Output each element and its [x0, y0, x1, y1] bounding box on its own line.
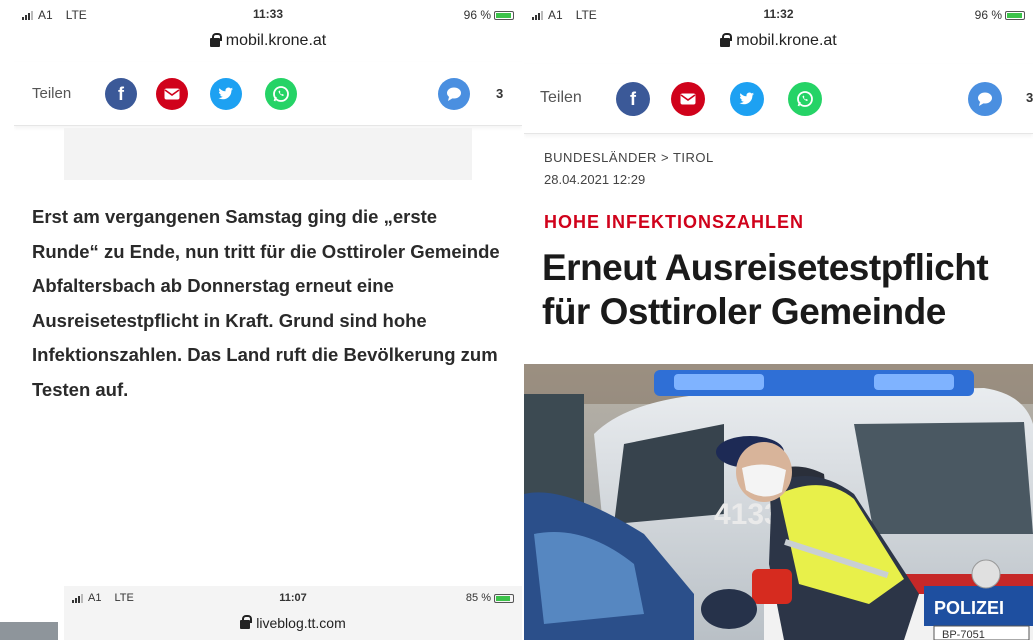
share-bar: Teilen f 3: [524, 64, 1033, 134]
comment-count: 3: [1026, 90, 1033, 105]
comment-icon[interactable]: [968, 82, 1002, 116]
share-bar: Teilen f 3: [14, 62, 522, 126]
comment-count: 3: [496, 86, 504, 101]
address-bar[interactable]: mobil.krone.at: [14, 26, 522, 56]
battery-percent: 96 %: [463, 8, 491, 22]
breadcrumb[interactable]: BUNDESLÄNDER > TIROL: [544, 150, 714, 165]
battery-percent: 85 %: [465, 592, 491, 604]
bottom-screenshot: A1 LTE 11:07 85 % liveblog.tt.com: [64, 586, 522, 640]
twitter-icon[interactable]: [210, 78, 242, 110]
plate-text: BP-7051: [942, 629, 985, 640]
mail-icon[interactable]: [156, 78, 188, 110]
url-text: mobil.krone.at: [225, 32, 327, 49]
lock-icon: [240, 615, 253, 629]
battery-icon: [1005, 10, 1025, 20]
right-screenshot: A1 LTE 11:32 96 % mobil.krone.at Teilen …: [524, 0, 1033, 640]
whatsapp-icon[interactable]: [788, 82, 822, 116]
article-paragraph: Erst am vergangenen Samstag ging die „er…: [32, 206, 500, 400]
image-fragment: [0, 622, 58, 640]
url-text: liveblog.tt.com: [256, 615, 346, 631]
facebook-icon[interactable]: f: [616, 82, 650, 116]
twitter-icon[interactable]: [730, 82, 764, 116]
battery-percent: 96 %: [974, 8, 1002, 22]
screenshot-collage: A1 LTE 11:33 96 % mobil.krone.at Teilen …: [0, 0, 1033, 640]
battery-info: 96 %: [464, 8, 514, 22]
article-photo: POLIZEI BP-7051 4133: [524, 364, 1033, 640]
share-label: Teilen: [32, 85, 72, 102]
address-bar[interactable]: mobil.krone.at: [524, 26, 1033, 56]
left-screenshot: A1 LTE 11:33 96 % mobil.krone.at Teilen …: [14, 0, 522, 600]
battery-icon: [494, 593, 514, 603]
article-kicker: HOHE INFEKTIONSZAHLEN: [544, 212, 805, 232]
clock: 11:33: [252, 7, 284, 21]
mail-icon[interactable]: [671, 82, 705, 116]
article-date: 28.04.2021 12:29: [544, 172, 646, 187]
facebook-icon[interactable]: f: [105, 78, 137, 110]
battery-icon: [494, 10, 514, 20]
police-text: POLIZEI: [934, 598, 1004, 618]
battery-info: 85 %: [466, 592, 514, 604]
clock: 11:32: [763, 7, 794, 21]
police-checkpoint-image: POLIZEI BP-7051 4133: [524, 364, 1033, 640]
lock-icon: [209, 33, 222, 47]
url-text: mobil.krone.at: [736, 32, 837, 49]
lock-icon: [720, 33, 733, 47]
ad-placeholder: [64, 128, 472, 180]
comment-icon[interactable]: [438, 78, 470, 110]
article-headline: Erneut Ausreisetestpflicht für Osttirole…: [542, 247, 989, 332]
whatsapp-icon[interactable]: [265, 78, 297, 110]
share-label: Teilen: [540, 89, 582, 106]
clock: 11:07: [279, 592, 307, 604]
address-bar[interactable]: liveblog.tt.com: [64, 610, 522, 636]
battery-info: 96 %: [975, 8, 1025, 22]
